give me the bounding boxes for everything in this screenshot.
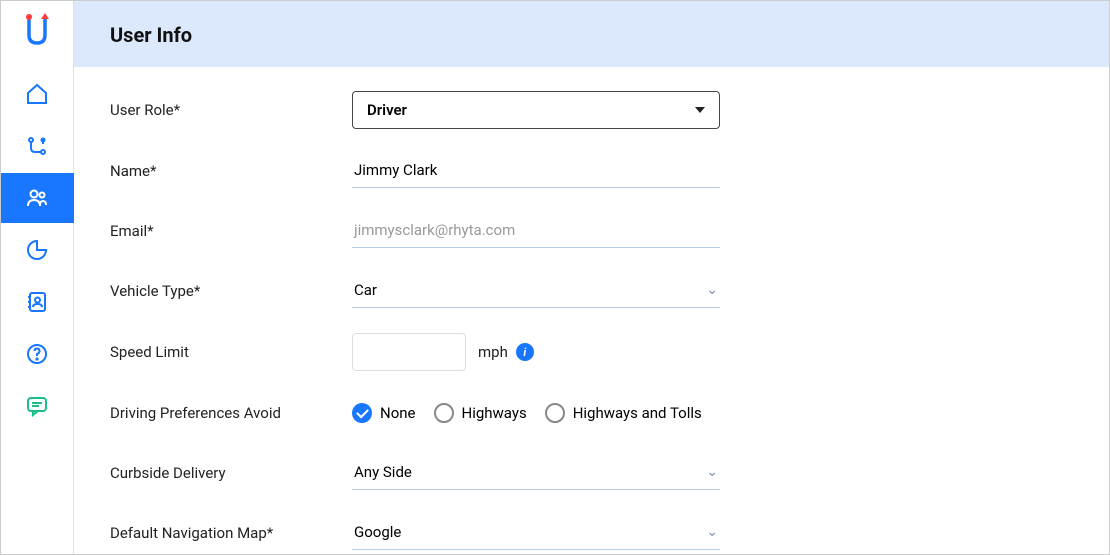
driving-prefs-radio-group: None Highways Highways and Tolls [352, 403, 702, 423]
nav-map-label: Default Navigation Map* [110, 524, 352, 542]
nav-reports[interactable] [9, 225, 65, 275]
main-content: User Info User Role* Driver Name* Jimmy … [74, 1, 1109, 554]
nav-help[interactable] [9, 329, 65, 379]
name-label: Name* [110, 162, 352, 180]
curbside-label: Curbside Delivery [110, 464, 352, 482]
radio-highways-tolls[interactable]: Highways and Tolls [545, 403, 702, 423]
name-value: Jimmy Clark [354, 161, 437, 179]
driving-prefs-label: Driving Preferences Avoid [110, 404, 352, 422]
radio-dot-selected [352, 403, 372, 423]
curbside-select[interactable]: Any Side ⌄ [352, 457, 720, 490]
user-role-select[interactable]: Driver [352, 91, 720, 129]
radio-dot [545, 403, 565, 423]
radio-none-label: None [380, 404, 416, 422]
nav-contacts[interactable] [9, 277, 65, 327]
radio-none[interactable]: None [352, 403, 416, 423]
speed-limit-label: Speed Limit [110, 343, 352, 361]
page-header: User Info [74, 1, 1109, 67]
email-value: jimmysclark@rhyta.com [354, 221, 515, 239]
email-label: Email* [110, 222, 352, 240]
nav-feedback[interactable] [9, 381, 65, 431]
user-role-value: Driver [367, 101, 407, 119]
caret-down-icon [695, 107, 705, 113]
app-logo [17, 9, 57, 49]
vehicle-type-select[interactable]: Car ⌄ [352, 275, 720, 308]
speed-unit: mph [478, 343, 508, 361]
radio-highways-tolls-label: Highways and Tolls [573, 404, 702, 422]
curbside-value: Any Side [354, 463, 412, 481]
radio-highways[interactable]: Highways [434, 403, 527, 423]
sidebar [1, 1, 74, 554]
page-title: User Info [110, 23, 1073, 47]
user-role-label: User Role* [110, 101, 352, 119]
nav-routes[interactable] [9, 121, 65, 171]
vehicle-type-value: Car [354, 281, 377, 299]
chevron-down-icon: ⌄ [706, 282, 718, 298]
name-input[interactable]: Jimmy Clark [352, 155, 720, 188]
email-input[interactable]: jimmysclark@rhyta.com [352, 215, 720, 248]
nav-map-value: Google [354, 523, 401, 541]
chevron-down-icon: ⌄ [706, 464, 718, 480]
nav-users[interactable] [1, 173, 74, 223]
radio-dot [434, 403, 454, 423]
radio-highways-label: Highways [462, 404, 527, 422]
user-info-form: User Role* Driver Name* Jimmy Clark E [74, 67, 1109, 554]
speed-limit-input[interactable] [352, 333, 466, 371]
chevron-down-icon: ⌄ [706, 524, 718, 540]
info-icon[interactable]: i [516, 343, 534, 361]
nav-map-select[interactable]: Google ⌄ [352, 517, 720, 550]
vehicle-type-label: Vehicle Type* [110, 282, 352, 300]
nav-home[interactable] [9, 69, 65, 119]
